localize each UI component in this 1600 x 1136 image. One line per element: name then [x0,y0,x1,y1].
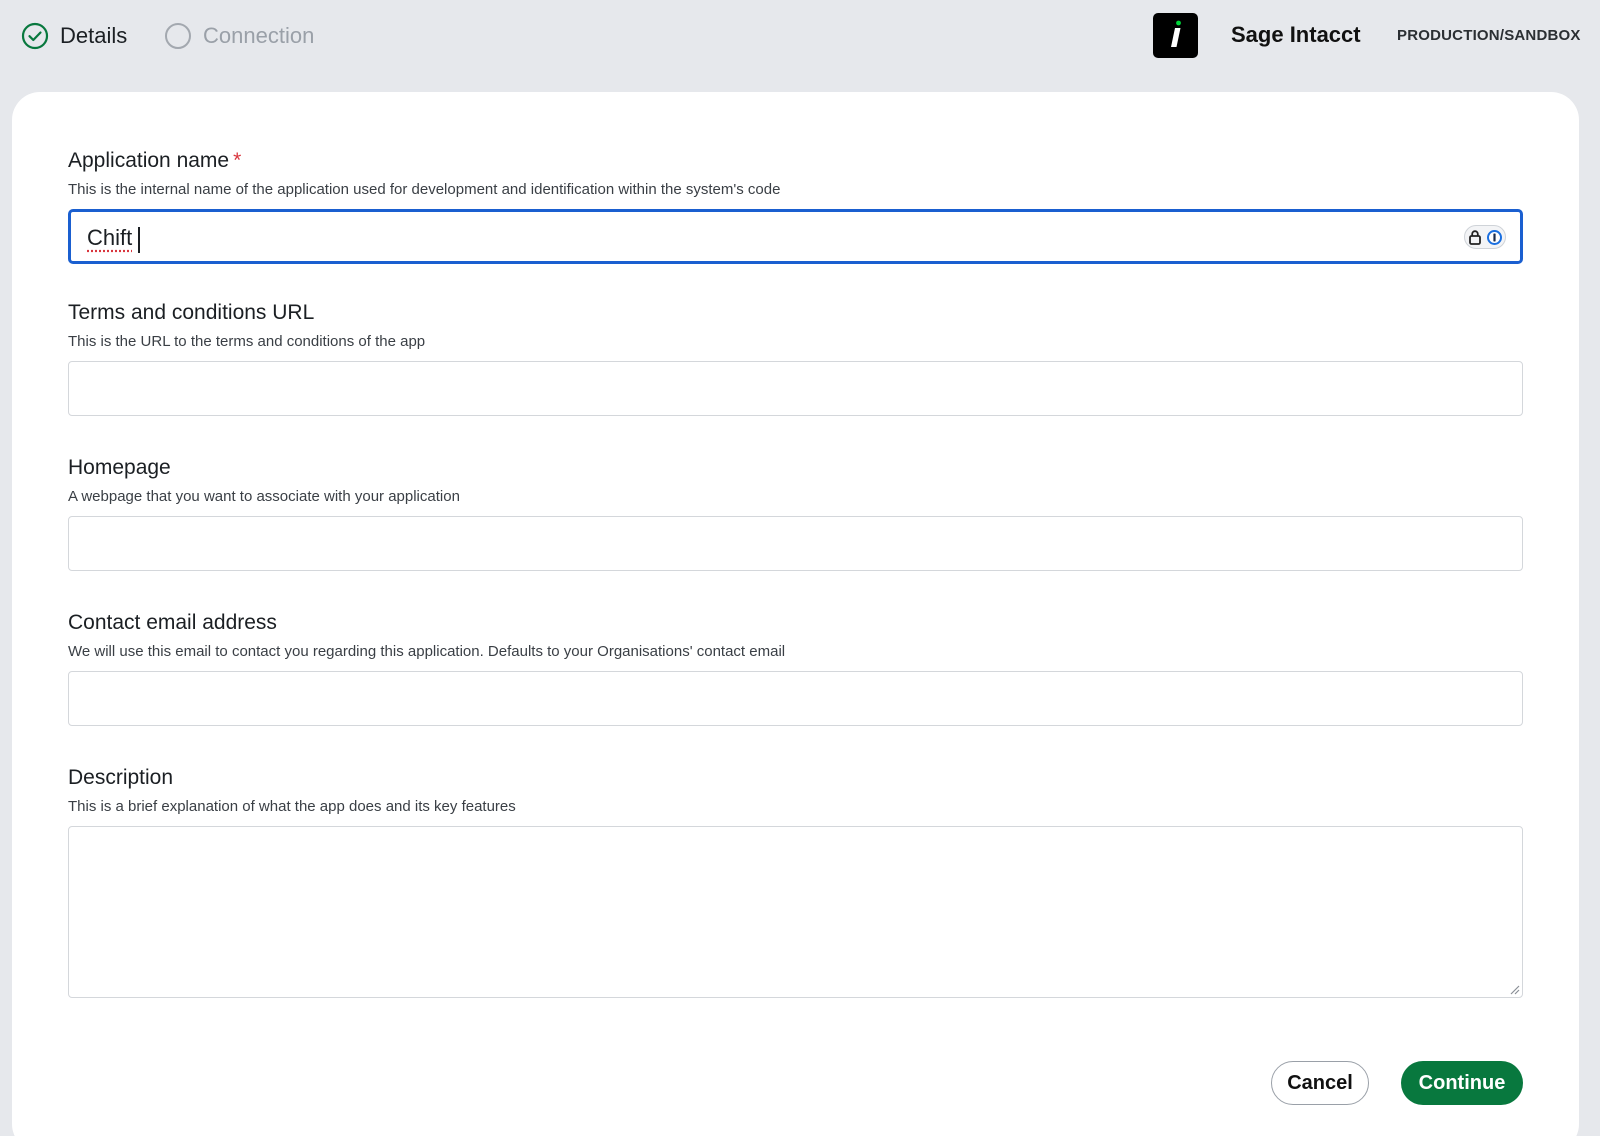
description-help: This is a brief explanation of what the … [68,798,516,815]
sage-intacct-logo-icon [1153,13,1198,58]
top-bar: Details Connection Sage Intacct PRODUCTI… [0,0,1600,74]
contact-email-field: Contact email address We will use this e… [68,609,1523,726]
step-connection-label: Connection [203,23,315,48]
homepage-field: Homepage A webpage that you want to asso… [68,454,1523,571]
check-circle-icon [21,22,49,50]
homepage-label: Homepage [68,456,171,479]
application-name-input[interactable]: Chift [68,209,1523,264]
contact-email-input[interactable] [68,671,1523,726]
contact-email-help: We will use this email to contact you re… [68,643,786,660]
homepage-input[interactable] [68,516,1523,571]
description-textarea[interactable] [68,826,1523,998]
terms-url-help: This is the URL to the terms and conditi… [68,333,426,350]
lock-icon [1468,230,1481,245]
step-details[interactable]: Details [21,20,127,52]
password-manager-icon[interactable] [1464,225,1506,249]
text-caret [138,227,140,253]
brand-name: Sage Intacct [1231,22,1361,47]
terms-url-field: Terms and conditions URL This is the URL… [68,299,1523,416]
application-name-field: Application name * This is the internal n… [68,147,1523,264]
resize-handle-icon[interactable] [1508,983,1520,995]
application-name-label: Application name * [68,149,242,172]
form-card: Application name * This is the internal n… [12,92,1579,1136]
description-field: Description This is a brief explanation … [68,764,1523,998]
homepage-help: A webpage that you want to associate wit… [68,488,460,505]
application-name-value: Chift [87,225,133,250]
terms-url-input[interactable] [68,361,1523,416]
cancel-button[interactable]: Cancel [1271,1061,1369,1105]
continue-button[interactable]: Continue [1401,1061,1523,1105]
empty-circle-icon [164,22,192,50]
terms-url-label: Terms and conditions URL [68,301,315,324]
step-details-label: Details [60,23,128,48]
contact-email-label: Contact email address [68,611,277,634]
application-name-help: This is the internal name of the applica… [68,181,781,198]
description-label: Description [68,766,174,789]
one-password-icon [1486,229,1502,245]
required-marker: * [233,149,242,172]
environment-label: PRODUCTION/SANDBOX [1397,27,1581,44]
step-connection[interactable]: Connection [164,20,314,52]
